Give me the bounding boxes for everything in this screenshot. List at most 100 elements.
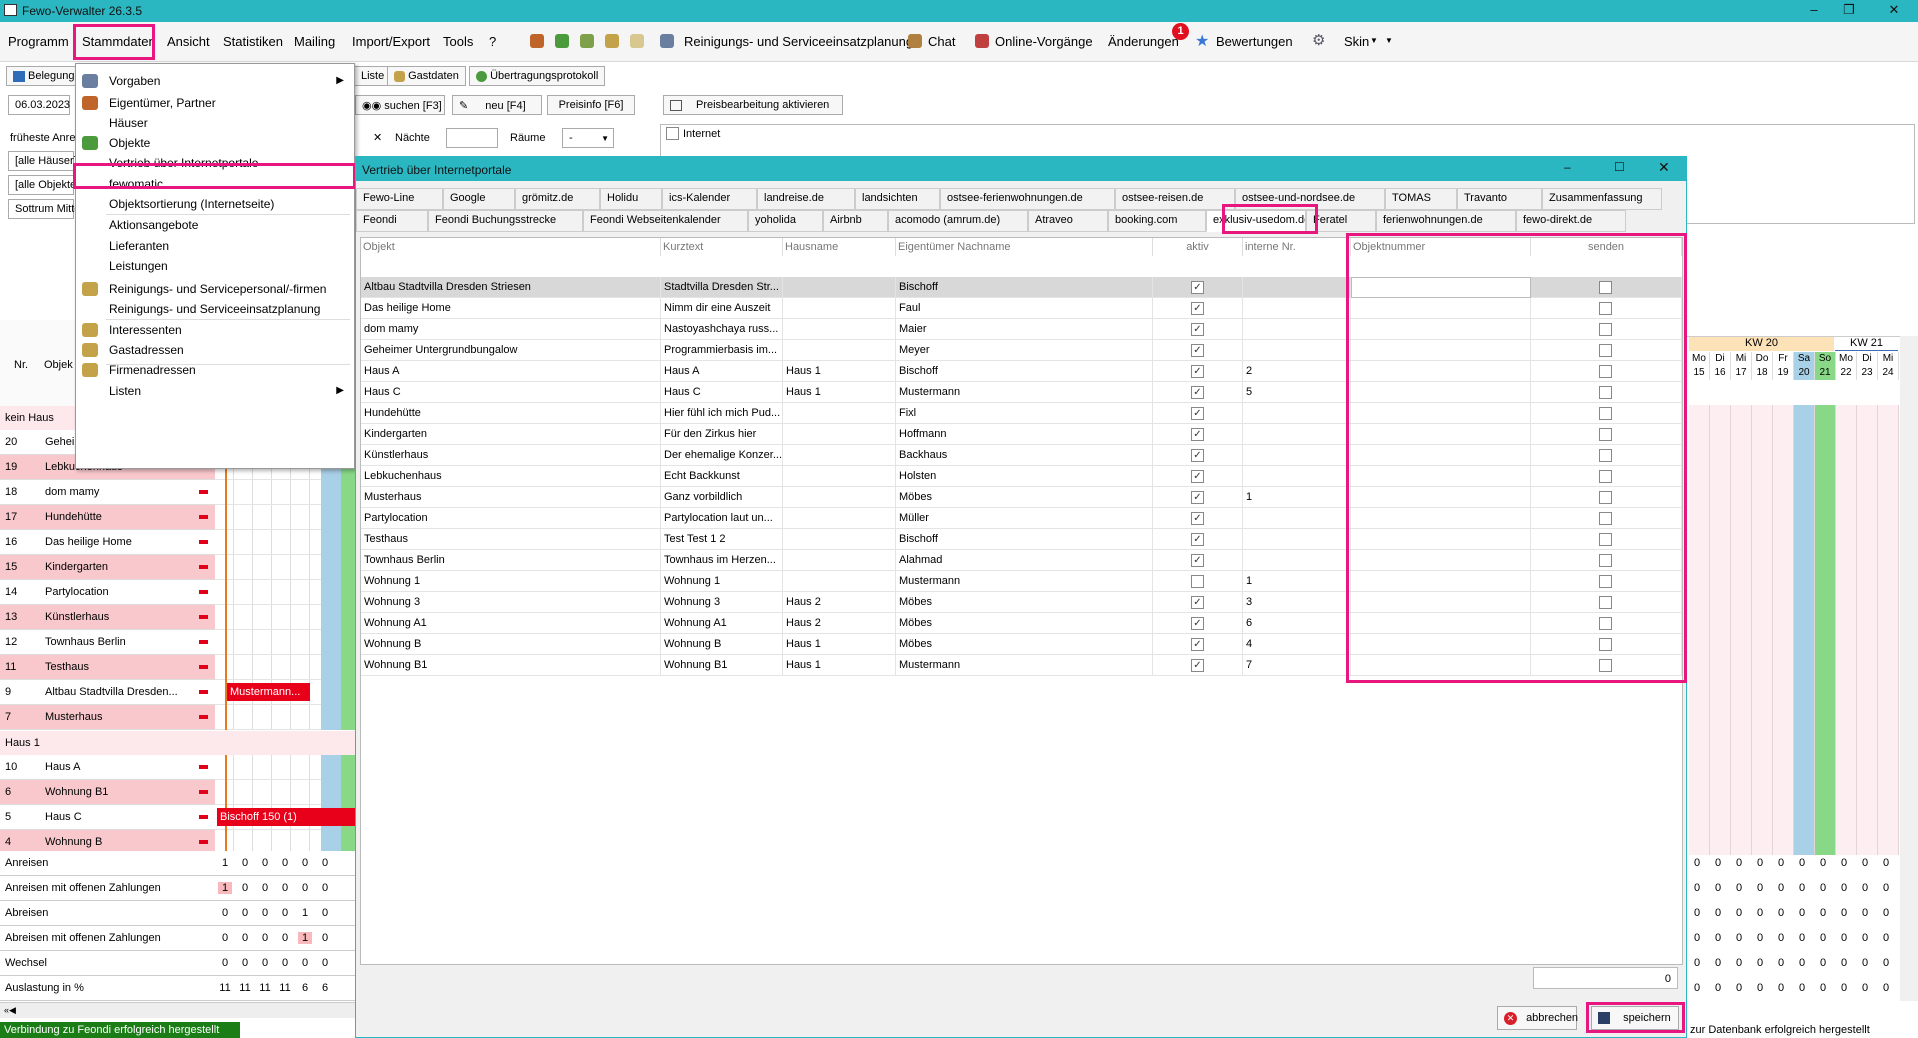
star-icon[interactable]: ★: [1195, 31, 1209, 51]
column-header[interactable]: aktiv: [1153, 238, 1243, 256]
suchen-button[interactable]: ◉◉ suchen [F3]: [355, 95, 445, 115]
dialog-close-button[interactable]: ✕: [1658, 159, 1670, 176]
house-icon[interactable]: [555, 34, 569, 48]
portal-tab[interactable]: Feondi Webseitenkalender: [583, 210, 748, 232]
menu-reinigungsplanung[interactable]: Reinigungs- und Serviceeinsatzplanung: [684, 34, 913, 49]
aktiv-checkbox[interactable]: ✓: [1191, 533, 1204, 546]
aktiv-checkbox[interactable]: ✓: [1191, 617, 1204, 630]
menu-tools[interactable]: Tools: [443, 34, 473, 49]
object-row[interactable]: 17 Hundehütte: [0, 505, 215, 530]
portal-tab[interactable]: Travanto: [1457, 188, 1542, 210]
portal-tab[interactable]: booking.com: [1108, 210, 1206, 232]
owner-icon[interactable]: [530, 34, 544, 48]
object-row[interactable]: 5 Haus C: [0, 805, 215, 830]
portal-tab[interactable]: fewo-direkt.de: [1516, 210, 1626, 232]
object-row[interactable]: 6 Wohnung B1: [0, 780, 215, 805]
ort-filter[interactable]: Sottrum Mitte: [8, 199, 80, 219]
menu-online-vorgaenge[interactable]: Online-Vorgänge: [995, 34, 1093, 49]
menu-chat[interactable]: Chat: [928, 34, 955, 49]
object-row[interactable]: 18 dom mamy: [0, 480, 215, 505]
portal-tab[interactable]: Zusammenfassung: [1542, 188, 1662, 210]
column-header[interactable]: Hausname: [783, 238, 896, 256]
menu-skin[interactable]: Skin: [1344, 34, 1369, 49]
aktiv-checkbox[interactable]: ✓: [1191, 491, 1204, 504]
menu-import-export[interactable]: Import/Export: [352, 34, 430, 49]
internet-checkbox[interactable]: [666, 127, 679, 140]
object-row[interactable]: 11 Testhaus: [0, 655, 215, 680]
neu-button[interactable]: ✎ neu [F4]: [452, 95, 542, 115]
aktiv-checkbox[interactable]: ✓: [1191, 638, 1204, 651]
aktiv-checkbox[interactable]: ✓: [1191, 512, 1204, 525]
object-row[interactable]: 13 Künstlerhaus: [0, 605, 215, 630]
aktiv-checkbox[interactable]: ✓: [1191, 386, 1204, 399]
menu-aenderungen[interactable]: Änderungen: [1108, 34, 1179, 49]
objekte-filter[interactable]: [alle Objekte]: [8, 175, 79, 195]
portal-tab[interactable]: ics-Kalender: [662, 188, 757, 210]
portal-tab[interactable]: Feondi: [356, 210, 428, 232]
close-button[interactable]: ✕: [1880, 2, 1908, 18]
cleaner-icon[interactable]: [660, 34, 674, 48]
menu-ansicht[interactable]: Ansicht: [167, 34, 210, 49]
menu-bewertungen[interactable]: Bewertungen: [1216, 34, 1293, 49]
portal-tab[interactable]: Holidu: [600, 188, 662, 210]
object-row[interactable]: 14 Partylocation: [0, 580, 215, 605]
portal-tab[interactable]: ferienwohnungen.de: [1376, 210, 1516, 232]
object-row[interactable]: 10 Haus A: [0, 755, 215, 780]
aktiv-checkbox[interactable]: ✓: [1191, 407, 1204, 420]
portal-tab[interactable]: landreise.de: [757, 188, 855, 210]
object-row[interactable]: 15 Kindergarten: [0, 555, 215, 580]
menu-mailing[interactable]: Mailing: [294, 34, 335, 49]
column-header[interactable]: Kurztext: [661, 238, 783, 256]
object-row[interactable]: 16 Das heilige Home: [0, 530, 215, 555]
portal-tab[interactable]: ostsee-ferienwohnungen.de: [940, 188, 1115, 210]
belegung-tab[interactable]: Belegung: [6, 66, 82, 86]
portal-tab[interactable]: Google: [443, 188, 515, 210]
minimize-button[interactable]: –: [1800, 2, 1828, 17]
aktiv-checkbox[interactable]: ✓: [1191, 659, 1204, 672]
booking-bar[interactable]: Bischoff 150 (1): [217, 808, 355, 826]
portal-tab[interactable]: TOMAS: [1385, 188, 1457, 210]
maximize-button[interactable]: ❐: [1835, 2, 1863, 18]
portal-tab[interactable]: Fewo-Line: [356, 188, 443, 210]
aktiv-checkbox[interactable]: ✓: [1191, 302, 1204, 315]
aktiv-checkbox[interactable]: ✓: [1191, 470, 1204, 483]
portal-tab[interactable]: Feondi Buchungsstrecke: [428, 210, 583, 232]
booking-bar[interactable]: Mustermann...: [227, 683, 310, 701]
aktiv-checkbox[interactable]: ✓: [1191, 344, 1204, 357]
chevron-down-icon[interactable]: ▼: [1370, 36, 1378, 45]
object-row[interactable]: 9 Altbau Stadtvilla Dresden...: [0, 680, 215, 705]
cancel-button[interactable]: ✕ abbrechen: [1497, 1006, 1578, 1030]
portal-tab[interactable]: Airbnb: [823, 210, 888, 232]
raeume-select[interactable]: - ▼: [562, 128, 614, 148]
gastdaten-tab[interactable]: Gastdaten: [387, 66, 466, 86]
aktiv-checkbox[interactable]: ✓: [1191, 554, 1204, 567]
portal-tab[interactable]: landsichten: [855, 188, 940, 210]
chat-icon[interactable]: [908, 34, 922, 48]
aktiv-checkbox[interactable]: ✓: [1191, 281, 1204, 294]
clipboard-icon[interactable]: [630, 34, 644, 48]
chevron-down-icon[interactable]: ▼: [1385, 36, 1393, 45]
preisinfo-button[interactable]: Preisinfo [F6]: [547, 95, 635, 115]
column-header[interactable]: Eigentümer Nachname: [896, 238, 1153, 256]
person-icon[interactable]: [605, 34, 619, 48]
menu-programm[interactable]: Programm: [8, 34, 69, 49]
portal-tab[interactable]: acomodo (amrum.de): [888, 210, 1028, 232]
liste-tab[interactable]: Liste: [355, 66, 392, 86]
column-header[interactable]: interne Nr.: [1243, 238, 1351, 256]
aktiv-checkbox[interactable]: ✓: [1191, 323, 1204, 336]
aktiv-checkbox[interactable]: ✓: [1191, 596, 1204, 609]
menu-help[interactable]: ?: [489, 34, 496, 49]
aktiv-checkbox[interactable]: [1191, 575, 1204, 588]
gear-icon[interactable]: ⚙: [1312, 31, 1325, 49]
dialog-minimize-button[interactable]: –: [1564, 160, 1571, 174]
aktiv-checkbox[interactable]: ✓: [1191, 365, 1204, 378]
online-icon[interactable]: [975, 34, 989, 48]
aktiv-checkbox[interactable]: ✓: [1191, 449, 1204, 462]
uebertragungsprotokoll-tab[interactable]: Übertragungsprotokoll: [469, 66, 606, 86]
object-row[interactable]: 7 Musterhaus: [0, 705, 215, 730]
calendar-scrollbar[interactable]: [1900, 336, 1918, 1001]
dialog-maximize-button[interactable]: ☐: [1614, 160, 1625, 174]
naechte-spinner[interactable]: [446, 128, 498, 148]
portal-tab[interactable]: ostsee-reisen.de: [1115, 188, 1235, 210]
haeuser-filter[interactable]: [alle Häuser]: [8, 151, 77, 171]
